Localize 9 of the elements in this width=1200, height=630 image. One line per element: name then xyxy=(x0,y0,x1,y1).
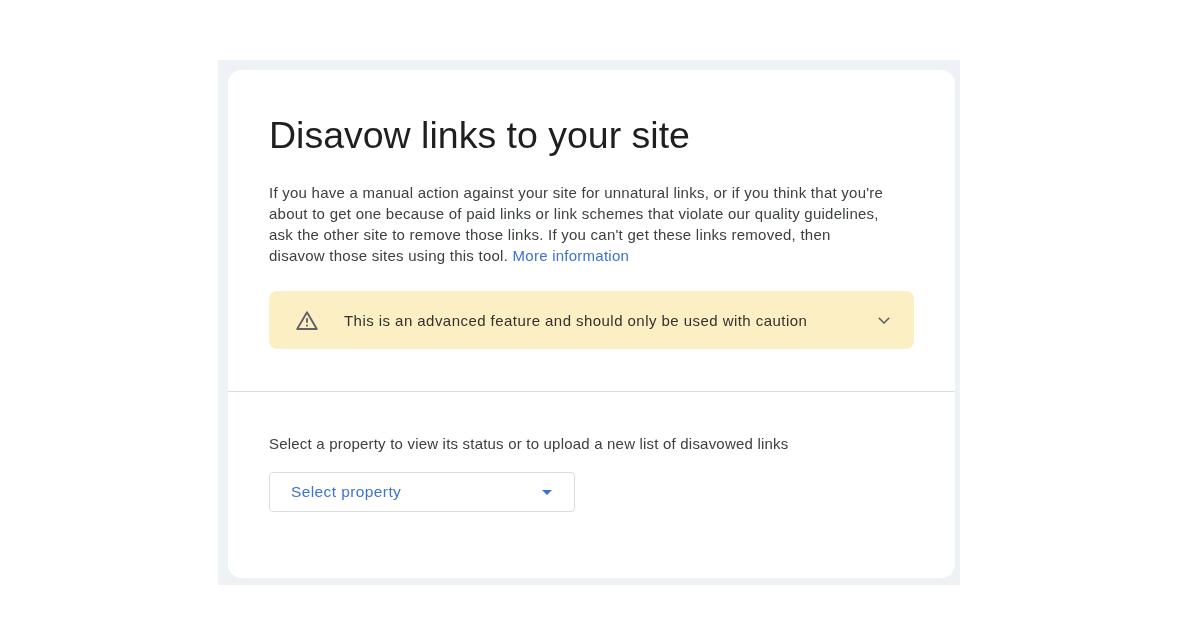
warning-text: This is an advanced feature and should only be used with caution xyxy=(344,311,809,329)
chevron-down-icon[interactable] xyxy=(878,316,890,324)
description-text: If you have a manual action against your site for unnatural links, or if you think that you're about to get one because of paid links or link schemes that violate our quality guidelines, ask the other site to remove those links. If you can't get these links removed, then disavow those sites using this tool. More information xyxy=(269,183,885,266)
property-dropdown[interactable]: Select property xyxy=(269,472,575,512)
caret-icon xyxy=(542,489,552,495)
more-information-link[interactable]: More information xyxy=(512,247,630,264)
warning-icon xyxy=(296,310,318,330)
page-title: Disavow links to your site xyxy=(269,113,691,157)
property-label: Select a property to view its status or to upload a new list of disavowed links xyxy=(269,434,790,454)
